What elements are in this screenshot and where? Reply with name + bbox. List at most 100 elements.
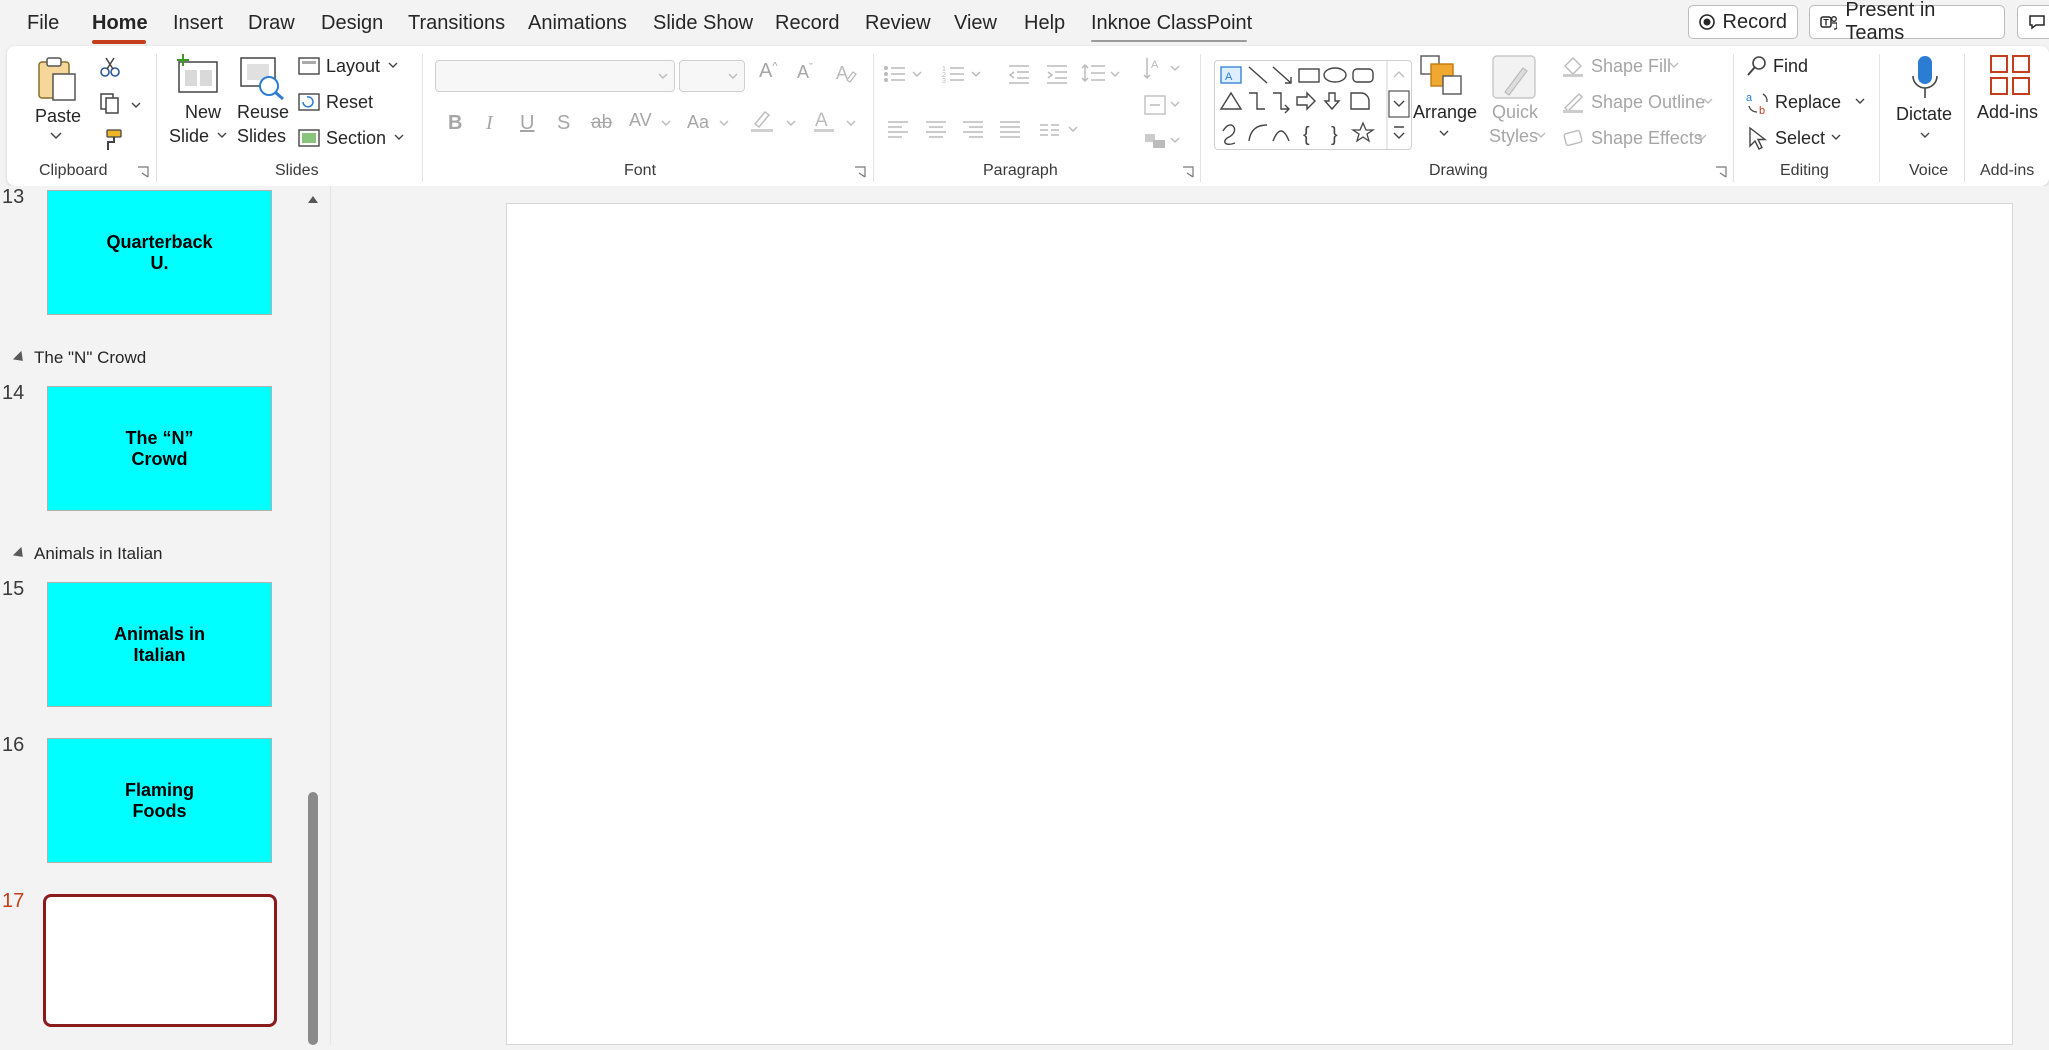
tab-slide-show[interactable]: Slide Show [653,12,753,35]
tab-record[interactable]: Record [775,12,839,35]
clear-formatting-icon[interactable]: A [835,62,857,84]
italic-icon[interactable]: I [486,112,493,135]
section-button[interactable]: Section [326,128,386,149]
chevron-down-icon[interactable] [1920,132,1930,139]
thumbnails-scrollbar[interactable] [305,186,321,1045]
copy-icon[interactable] [99,92,121,114]
dialog-launcher-icon[interactable] [854,166,866,178]
font-color-icon[interactable]: A [812,108,836,134]
chevron-down-icon[interactable] [1703,98,1713,105]
shape-effects-button[interactable]: Shape Effects [1591,128,1703,149]
decrease-indent-icon[interactable] [1007,64,1031,84]
chevron-down-icon[interactable] [1855,98,1865,105]
format-painter-icon[interactable] [99,128,123,152]
tab-view[interactable]: View [954,12,997,35]
dialog-launcher-icon[interactable] [137,166,149,178]
dialog-launcher-icon[interactable] [1182,166,1194,178]
align-text-icon[interactable] [1143,94,1183,116]
shape-outline-icon[interactable] [1561,90,1585,114]
shape-effects-icon[interactable] [1561,126,1585,150]
chevron-down-icon[interactable] [388,62,398,69]
reset-button[interactable]: Reset [326,92,373,113]
increase-font-size-icon[interactable]: A^ [759,60,778,83]
underline-icon[interactable]: U [520,112,534,135]
align-right-icon[interactable] [962,120,984,138]
slide-canvas[interactable] [506,203,2013,1045]
arrange-icon[interactable] [1419,54,1465,96]
microphone-icon[interactable] [1911,54,1939,102]
chevron-down-icon[interactable] [786,120,796,127]
tab-insert[interactable]: Insert [173,12,223,35]
bold-icon[interactable]: B [448,112,462,135]
slide-thumbnail-16[interactable]: Flaming Foods [47,738,272,863]
cut-icon[interactable] [99,56,121,78]
character-spacing-icon[interactable]: AV [629,110,652,131]
font-name-combo[interactable] [435,60,675,92]
shape-fill-icon[interactable] [1561,54,1585,78]
section-icon[interactable] [298,128,320,148]
add-ins-button[interactable]: Add-ins [1977,102,2038,123]
bullets-icon[interactable] [883,64,923,84]
font-size-combo[interactable] [679,60,745,92]
new-slide-icon[interactable] [175,54,219,96]
quick-styles-label-1[interactable]: Quick [1492,102,1538,123]
section-header-animals-in-italian[interactable]: Animals in Italian [12,544,163,564]
slide-thumbnail-17-selected[interactable] [43,894,277,1027]
chevron-down-icon[interactable] [719,120,729,127]
tab-transitions[interactable]: Transitions [408,12,505,35]
reset-icon[interactable] [298,92,320,112]
select-cursor-icon[interactable] [1747,126,1769,150]
tab-draw[interactable]: Draw [248,12,295,35]
strikethrough-icon[interactable]: ab [591,112,612,134]
quick-styles-label-2[interactable]: Styles [1489,126,1538,147]
paste-icon[interactable] [37,56,77,102]
increase-indent-icon[interactable] [1045,64,1069,84]
shapes-gallery[interactable]: A { } [1214,60,1412,150]
chevron-down-icon[interactable] [1536,132,1546,139]
columns-icon[interactable] [1039,122,1079,138]
chevron-down-icon[interactable] [394,134,404,141]
smartart-icon[interactable] [1143,130,1183,152]
tab-inknoe-classpoint[interactable]: Inknoe ClassPoint [1091,12,1252,35]
slide-thumbnail-13[interactable]: Quarterback U. [47,190,272,315]
numbering-icon[interactable]: 123 [942,64,982,84]
tab-animations[interactable]: Animations [528,12,627,35]
find-icon[interactable] [1745,54,1769,78]
dialog-launcher-icon[interactable] [1715,166,1727,178]
chevron-down-icon[interactable] [1669,62,1679,69]
tab-review[interactable]: Review [865,12,931,35]
layout-icon[interactable] [298,56,320,76]
find-button[interactable]: Find [1773,56,1808,77]
line-spacing-icon[interactable] [1081,62,1121,86]
present-in-teams-button[interactable]: T Present in Teams [1809,0,2005,44]
tab-file[interactable]: File [27,12,59,35]
chevron-down-icon[interactable] [131,102,141,109]
justify-icon[interactable] [999,120,1021,138]
slide-thumbnail-15[interactable]: Animals in Italian [47,582,272,707]
replace-icon[interactable]: ab [1745,90,1771,116]
dictate-button[interactable]: Dictate [1896,104,1952,125]
collapse-triangle-icon[interactable] [12,546,28,562]
section-header-the-n-crowd[interactable]: The "N" Crowd [12,348,146,368]
slide-thumbnail-14[interactable]: The “N” Crowd [47,386,272,511]
chevron-down-icon[interactable] [217,132,227,139]
layout-button[interactable]: Layout [326,56,380,77]
paste-button[interactable]: Paste [35,106,81,127]
record-button[interactable]: Record [1688,5,1798,39]
chevron-down-icon[interactable] [846,120,856,127]
shape-fill-button[interactable]: Shape Fill [1591,56,1671,77]
align-left-icon[interactable] [887,120,909,138]
tab-design[interactable]: Design [321,12,383,35]
tab-help[interactable]: Help [1024,12,1065,35]
text-direction-icon[interactable]: A [1143,56,1183,82]
chevron-down-icon[interactable] [1439,130,1449,137]
select-button[interactable]: Select [1775,128,1825,149]
chevron-down-icon[interactable] [50,132,62,140]
collapse-triangle-icon[interactable] [12,350,28,366]
decrease-font-size-icon[interactable]: Aˇ [797,62,813,83]
chevron-down-icon[interactable] [1831,134,1841,141]
chevron-down-icon[interactable] [1697,134,1707,141]
shape-outline-button[interactable]: Shape Outline [1591,92,1705,113]
new-slide-label-2[interactable]: Slide [169,126,209,147]
align-center-icon[interactable] [925,120,947,138]
